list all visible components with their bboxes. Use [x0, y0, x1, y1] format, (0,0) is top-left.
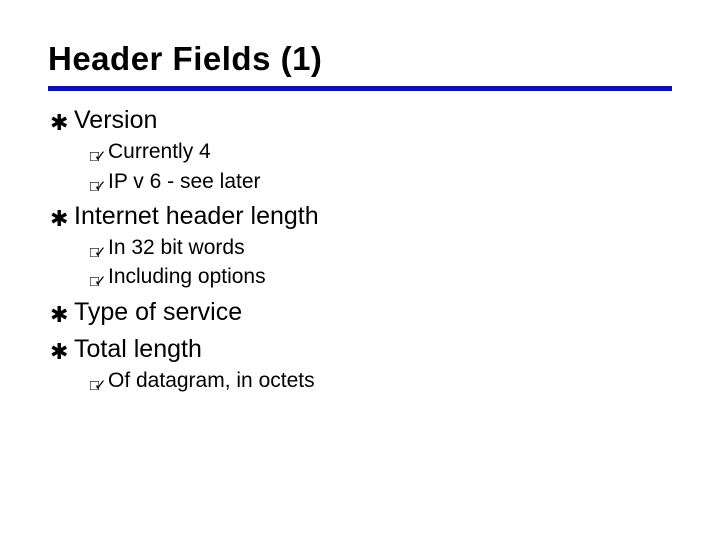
sub-bullet-label: Including options	[108, 263, 266, 290]
sub-bullet: □✓ Currently 4	[90, 138, 672, 165]
checkbox-bullet-icon: □✓	[90, 245, 108, 260]
checkbox-bullet-icon: □✓	[90, 179, 108, 194]
sub-bullet: □✓ Including options	[90, 263, 672, 290]
star-bullet-icon: ✱	[50, 208, 74, 230]
checkbox-bullet-icon: □✓	[90, 378, 108, 393]
sub-bullet-label: Of datagram, in octets	[108, 367, 315, 394]
bullet-ihl: ✱ Internet header length	[50, 201, 672, 232]
sub-bullet: □✓ IP v 6 - see later	[90, 168, 672, 195]
star-bullet-icon: ✱	[50, 112, 74, 134]
checkbox-bullet-icon: □✓	[90, 274, 108, 289]
star-bullet-icon: ✱	[50, 304, 74, 326]
sub-group-ihl: □✓ In 32 bit words □✓ Including options	[50, 234, 672, 291]
bullet-total-length: ✱ Total length	[50, 334, 672, 365]
slide: Header Fields (1) ✱ Version □✓ Currently…	[0, 0, 720, 540]
checkbox-bullet-icon: □✓	[90, 149, 108, 164]
bullet-label: Type of service	[74, 297, 242, 328]
sub-bullet-label: Currently 4	[108, 138, 211, 165]
bullet-label: Total length	[74, 334, 202, 365]
title-underline	[48, 86, 672, 91]
bullet-label: Internet header length	[74, 201, 319, 232]
bullet-tos: ✱ Type of service	[50, 297, 672, 328]
star-bullet-icon: ✱	[50, 341, 74, 363]
sub-bullet: □✓ In 32 bit words	[90, 234, 672, 261]
sub-group-version: □✓ Currently 4 □✓ IP v 6 - see later	[50, 138, 672, 195]
bullet-version: ✱ Version	[50, 105, 672, 136]
content-area: ✱ Version □✓ Currently 4 □✓ IP v 6 - see…	[48, 105, 672, 394]
sub-bullet: □✓ Of datagram, in octets	[90, 367, 672, 394]
slide-title: Header Fields (1)	[48, 40, 672, 78]
sub-bullet-label: In 32 bit words	[108, 234, 245, 261]
bullet-label: Version	[74, 105, 157, 136]
sub-group-total-length: □✓ Of datagram, in octets	[50, 367, 672, 394]
sub-bullet-label: IP v 6 - see later	[108, 168, 261, 195]
